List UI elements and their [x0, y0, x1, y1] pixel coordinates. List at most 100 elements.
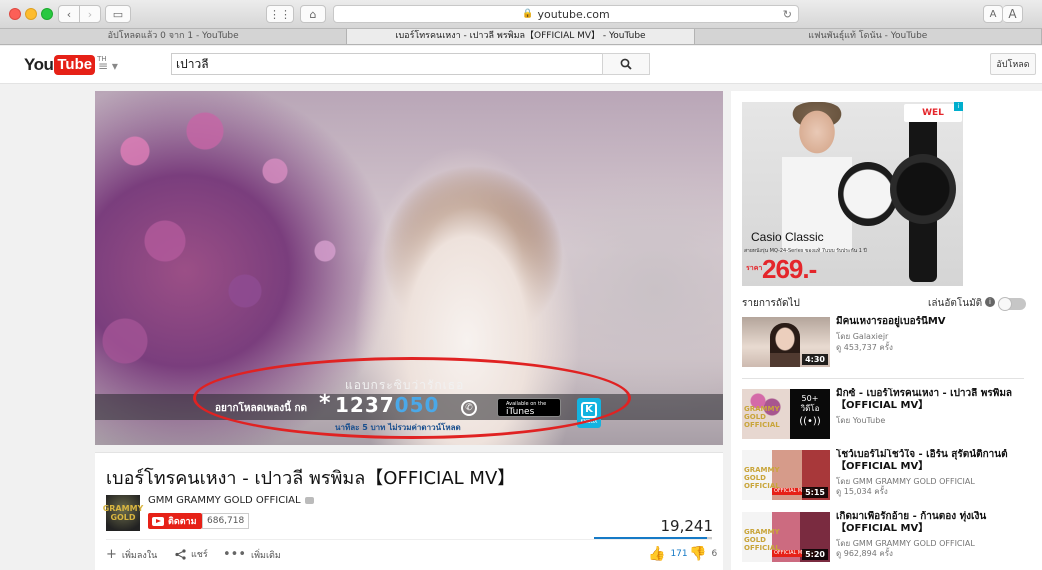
- dislike-count: 6: [711, 549, 718, 559]
- related-thumbnail[interactable]: 4:30: [742, 317, 830, 367]
- tab-current-video[interactable]: เบอร์โทรคนเหงา - เปาวลี พรพิมล【OFFICIAL …: [347, 29, 695, 44]
- guide-menu-icon[interactable]: ≡ ▾: [98, 59, 118, 73]
- minimize-window-button[interactable]: [25, 8, 37, 20]
- avatar-line1: GRAMMY: [102, 504, 144, 513]
- browser-titlebar: ‹ › ▭ ⋮⋮ ⌂ 🔒 youtube.com ↻ A A: [0, 0, 1042, 29]
- youtube-play-icon: [152, 516, 164, 526]
- related-views: ดู 453,737 ครั้ง: [836, 343, 893, 352]
- sidebar-toggle-button[interactable]: ▭: [105, 5, 131, 23]
- video-player[interactable]: แอบกระซิบว่ารักเธอ อยากโหลดเพลงนี้ กด * …: [95, 91, 723, 445]
- mix-count: 50+: [801, 394, 819, 403]
- more-button[interactable]: ••• เพิ่มเติม: [223, 547, 281, 562]
- ad-watch-black: [890, 154, 956, 224]
- related-mix-item[interactable]: GRAMMY GOLD OFFICIAL 50+ วิดีโอ ((•)) มิ…: [742, 388, 1032, 439]
- subscriber-count: 686,718: [202, 513, 250, 529]
- mix-signal-icon: ((•)): [799, 416, 821, 427]
- back-button[interactable]: ‹: [58, 5, 80, 23]
- grammy-gold-tag: GRAMMY GOLD OFFICIAL: [744, 466, 780, 490]
- search-icon: [620, 58, 632, 70]
- up-next-heading: รายการถัดไป: [742, 298, 800, 309]
- grammy-gold-tag: GRAMMY GOLD OFFICIAL: [744, 405, 780, 429]
- thumbs-down-icon: 👎: [689, 546, 707, 562]
- watch-sidebar: WEL i Casio Classic สายหนังรุ่น MQ-24-Se…: [731, 91, 1042, 570]
- display-ad[interactable]: WEL i Casio Classic สายหนังรุ่น MQ-24-Se…: [742, 102, 963, 286]
- related-video-item[interactable]: 4:30 มีคนเหงารออยู่เบอร์นี้MV โดย Galaxi…: [742, 316, 1032, 367]
- grammy-gold-tag: GRAMMY GOLD OFFICIAL: [744, 528, 780, 552]
- related-thumbnail[interactable]: GRAMMY GOLD OFFICIAL OFFICIAL MUSIC 5:20: [742, 512, 830, 562]
- related-views: ดู 15,034 ครั้ง: [836, 487, 888, 496]
- gold-tag-line3: OFFICIAL: [744, 421, 780, 429]
- grid-icon: ⋮⋮: [269, 7, 291, 21]
- forward-button[interactable]: ›: [79, 5, 101, 23]
- thumbs-up-icon: 👍: [648, 546, 666, 562]
- autoplay-label: เล่นอัตโนมัติ: [928, 298, 983, 309]
- add-to-label: เพิ่มลงใน: [121, 550, 158, 561]
- subscribe-label: ติดตาม: [168, 517, 197, 527]
- autoplay-toggle[interactable]: [998, 297, 1026, 311]
- dislike-button[interactable]: 👎 6: [689, 546, 717, 562]
- home-button[interactable]: ⌂: [300, 5, 326, 23]
- channel-avatar[interactable]: GRAMMY GOLD: [103, 495, 143, 531]
- related-video-item[interactable]: GRAMMY GOLD OFFICIAL OFFICIAL MUSIC 5:15…: [742, 449, 1032, 500]
- increase-font-button[interactable]: A: [1003, 5, 1023, 23]
- related-separator: [742, 378, 1024, 379]
- related-thumbnail[interactable]: GRAMMY GOLD OFFICIAL OFFICIAL MUSIC 5:15: [742, 450, 830, 500]
- decrease-font-button[interactable]: A: [983, 5, 1003, 23]
- search-button[interactable]: [602, 53, 650, 75]
- related-title[interactable]: มีคนเหงารออยู่เบอร์นี้MV: [836, 316, 1032, 328]
- gold-tag-line2: GOLD: [744, 474, 766, 482]
- more-dots-icon: •••: [223, 547, 247, 562]
- address-text: youtube.com: [537, 7, 610, 21]
- subscribe-button[interactable]: ติดตาม: [148, 513, 202, 529]
- gold-tag-line1: GRAMMY: [744, 466, 780, 474]
- like-button[interactable]: 👍 171: [648, 546, 688, 562]
- ad-brand: Casio Classic: [751, 230, 824, 244]
- logo-tube: Tube: [54, 55, 96, 75]
- gold-tag-line2: GOLD: [744, 536, 766, 544]
- channel-name[interactable]: GMM GRAMMY GOLD OFFICIAL: [148, 495, 314, 506]
- like-count: 171: [670, 549, 688, 559]
- video-title: เบอร์โทรคนเหงา - เปาวลี พรพิมล【OFFICIAL …: [106, 468, 516, 489]
- close-window-button[interactable]: [9, 8, 21, 20]
- related-views: ดู 962,894 ครั้ง: [836, 549, 893, 558]
- share-icon: [175, 548, 186, 560]
- related-channel: โดย YouTube: [836, 416, 886, 425]
- share-button[interactable]: แชร์: [175, 547, 208, 561]
- video-info-card: เบอร์โทรคนเหงา - เปาวลี พรพิมล【OFFICIAL …: [95, 452, 723, 570]
- ad-price-label: ราคา: [746, 264, 763, 272]
- info-icon[interactable]: i: [985, 297, 995, 307]
- reload-icon[interactable]: ↻: [783, 8, 792, 21]
- plus-icon: +: [106, 547, 117, 562]
- home-icon: ⌂: [309, 7, 317, 21]
- red-highlight-ellipse: [193, 357, 631, 439]
- address-bar[interactable]: 🔒 youtube.com ↻: [333, 5, 799, 23]
- search-input[interactable]: เปาวลี: [171, 53, 602, 75]
- duration-badge: 4:30: [802, 354, 828, 365]
- mix-overlay: 50+ วิดีโอ ((•)): [790, 389, 830, 439]
- add-to-button[interactable]: + เพิ่มลงใน: [106, 547, 157, 562]
- gold-tag-line2: GOLD: [744, 413, 766, 421]
- upload-button[interactable]: อัปโหลด: [990, 53, 1036, 75]
- ad-info-icon[interactable]: i: [954, 102, 963, 111]
- related-title[interactable]: มิกซ์ - เบอร์โทรคนเหงา - เปาวลี พรพิมล【O…: [836, 388, 1032, 412]
- related-thumbnail[interactable]: GRAMMY GOLD OFFICIAL 50+ วิดีโอ ((•)): [742, 389, 830, 439]
- related-title[interactable]: เกิดมาเพื่อรักอ้าย - ก้านตอง ทุ่งเงิน【OF…: [836, 511, 1032, 535]
- logo-you: You: [24, 55, 54, 74]
- tab-fan-pantae[interactable]: แฟนพันธุ์แท้ โดนัน - YouTube: [695, 29, 1042, 44]
- related-title[interactable]: โชว์เบอร์ไม่โชว์ใจ - เอิร์น สุรัตน์ติกาน…: [836, 449, 1032, 473]
- view-count: 19,241: [660, 517, 714, 535]
- duration-badge: 5:20: [802, 549, 828, 560]
- share-label: แชร์: [191, 550, 208, 560]
- youtube-logo[interactable]: You Tube TH: [24, 55, 107, 75]
- related-video-item[interactable]: GRAMMY GOLD OFFICIAL OFFICIAL MUSIC 5:20…: [742, 511, 1032, 562]
- sidebar-icon: ▭: [112, 7, 124, 21]
- tab-bar: อัปโหลดแล้ว 0 จาก 1 - YouTube เบอร์โทรคน…: [0, 29, 1042, 45]
- chevron-right-icon: ›: [87, 7, 93, 21]
- mix-label: วิดีโอ: [800, 404, 820, 413]
- tab-upload[interactable]: อัปโหลดแล้ว 0 จาก 1 - YouTube: [0, 29, 348, 44]
- top-sites-button[interactable]: ⋮⋮: [266, 5, 294, 23]
- lock-icon: 🔒: [522, 9, 534, 19]
- zoom-window-button[interactable]: [41, 8, 53, 20]
- verified-icon: [304, 496, 314, 504]
- info-divider: [106, 539, 712, 540]
